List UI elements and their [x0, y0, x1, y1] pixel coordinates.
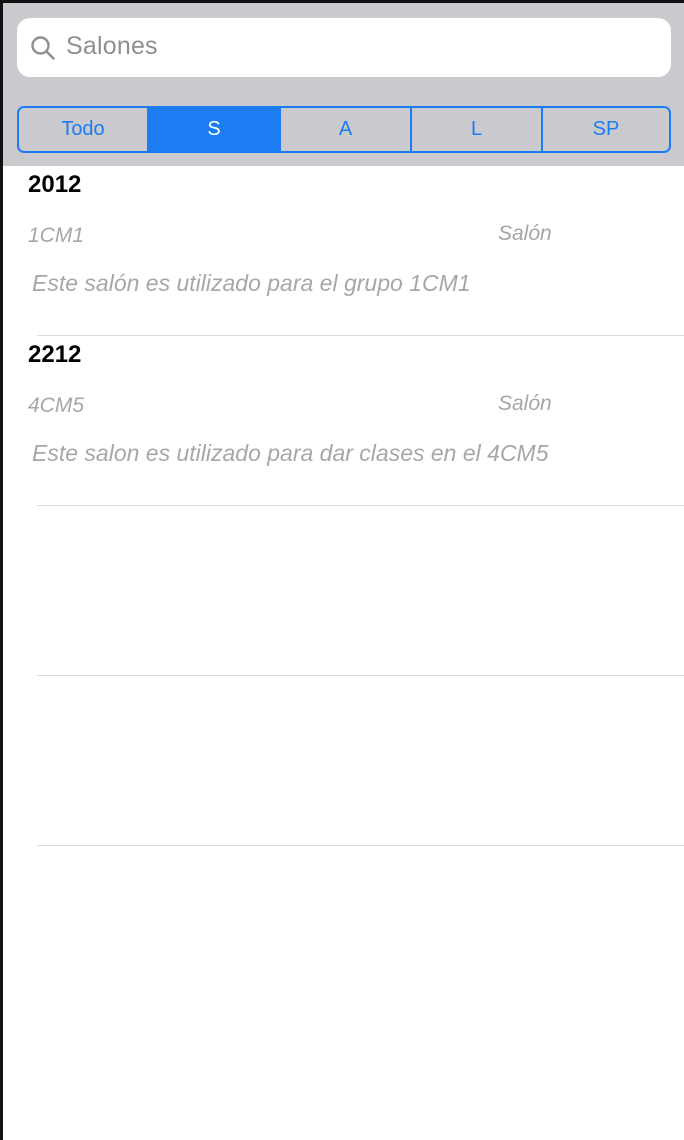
search-icon	[31, 36, 55, 60]
search-bar-container: Salones Todo S A L SP	[3, 3, 684, 166]
room-type: Salón	[498, 222, 552, 245]
empty-row	[3, 506, 684, 676]
list-item[interactable]: 2212 4CM5 Salón Este salon es utilizado …	[3, 336, 684, 506]
room-group-code: 1CM1	[28, 224, 85, 247]
row-separator	[37, 845, 684, 846]
search-field[interactable]: Salones	[17, 18, 671, 77]
room-type: Salón	[498, 392, 552, 415]
list-item[interactable]: 2012 1CM1 Salón Este salón es utilizado …	[3, 166, 684, 336]
room-number: 2212	[28, 341, 82, 368]
room-group-code: 4CM5	[28, 394, 85, 417]
empty-row	[3, 676, 684, 846]
room-number: 2012	[28, 171, 82, 198]
segment-s[interactable]: S	[147, 108, 279, 151]
segment-l[interactable]: L	[410, 108, 541, 151]
app-screen: Salones Todo S A L SP 2012 1CM1 Salón Es…	[3, 3, 684, 1140]
filter-segmented-control: Todo S A L SP	[17, 106, 671, 153]
room-list: 2012 1CM1 Salón Este salón es utilizado …	[3, 166, 684, 846]
segment-todo[interactable]: Todo	[19, 108, 147, 151]
room-description: Este salón es utilizado para el grupo 1C…	[32, 270, 471, 296]
segment-a[interactable]: A	[279, 108, 410, 151]
segment-sp[interactable]: SP	[541, 108, 669, 151]
search-placeholder: Salones	[66, 32, 158, 60]
room-description: Este salon es utilizado para dar clases …	[32, 440, 549, 466]
